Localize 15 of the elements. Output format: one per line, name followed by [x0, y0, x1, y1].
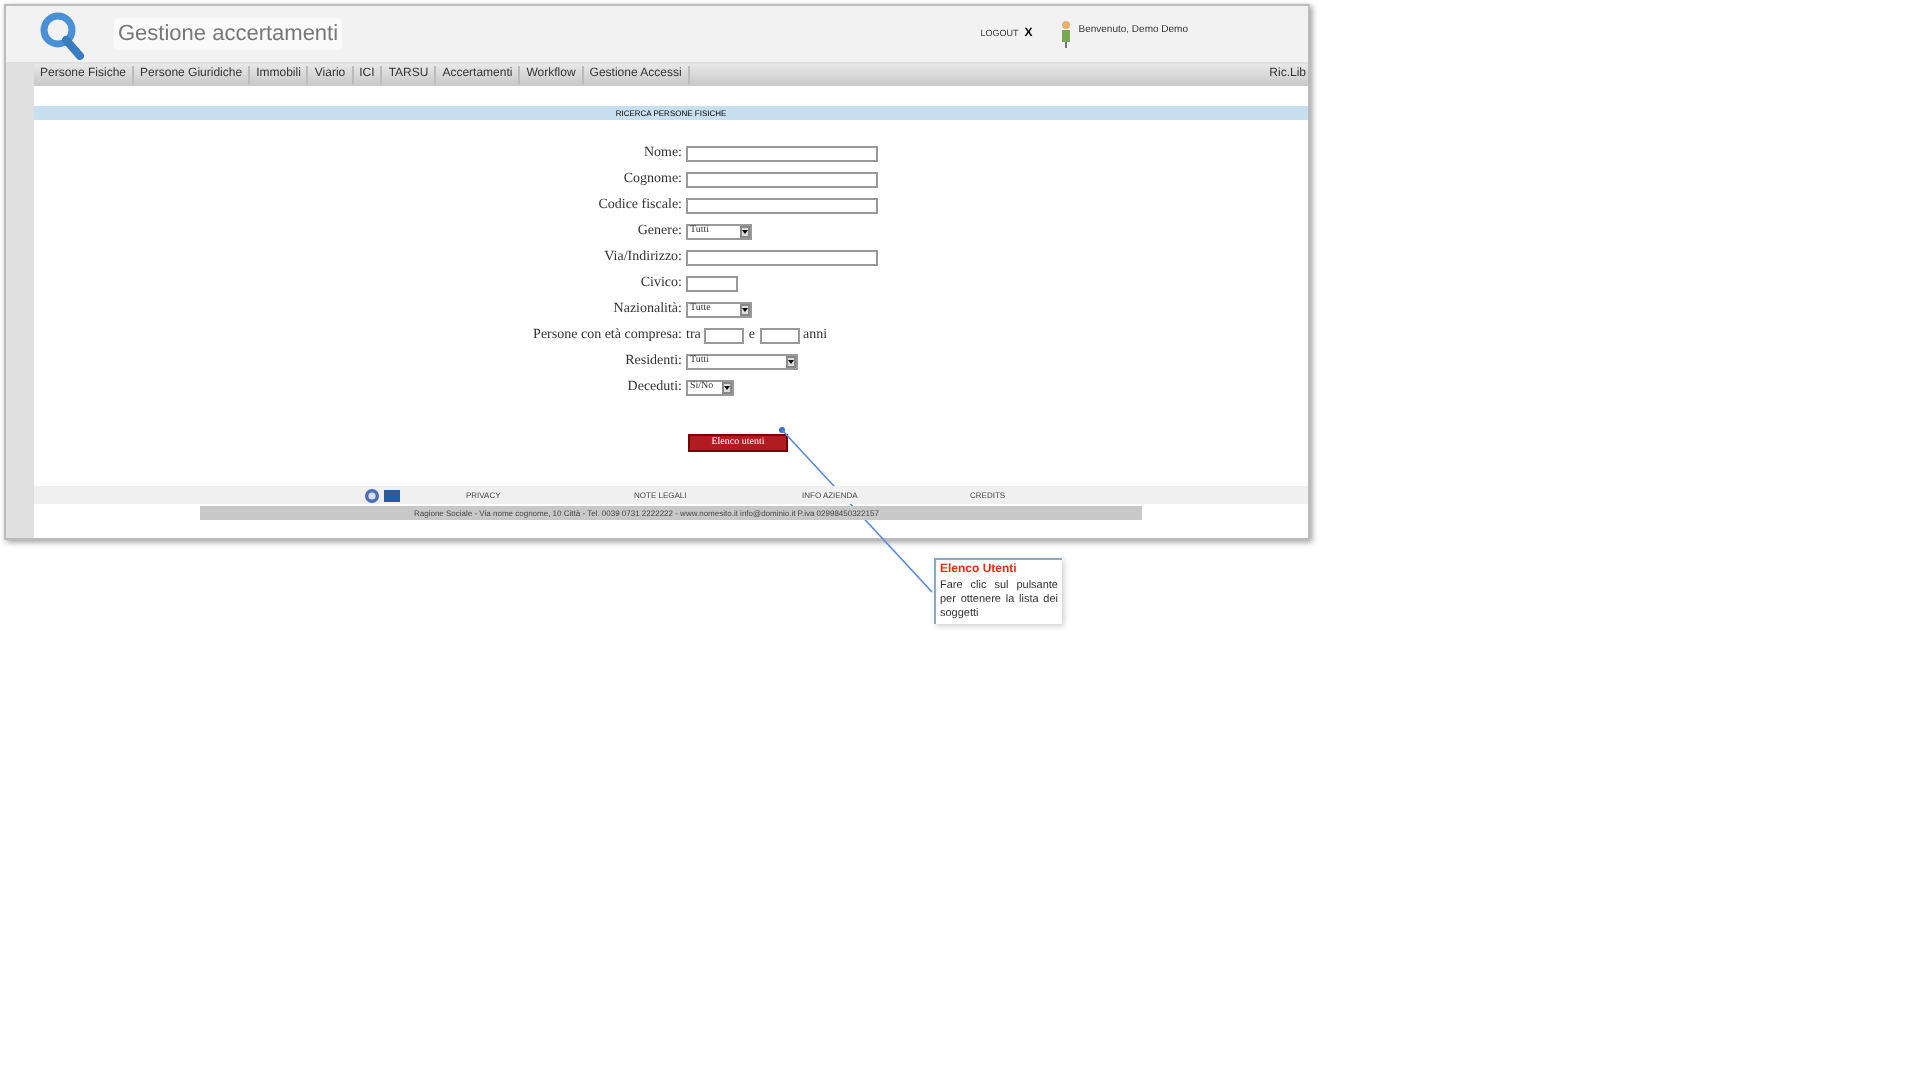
dropdown-arrow-icon: [740, 225, 750, 237]
dropdown-arrow-icon: [722, 381, 732, 393]
app-title: Gestione accertamenti: [114, 17, 343, 51]
search-icon: [38, 9, 86, 59]
text-input-field[interactable]: [686, 275, 738, 291]
text-input-field[interactable]: [686, 171, 878, 187]
dropdown-arrow-icon: [740, 303, 750, 315]
dropdown-arrow-icon: [786, 355, 796, 367]
text-input-field[interactable]: [686, 249, 878, 265]
text-input-field[interactable]: [686, 197, 878, 213]
text-input-field[interactable]: [686, 145, 878, 161]
age-from-field[interactable]: [704, 327, 745, 343]
user-icon: [1060, 20, 1073, 48]
age-to-field[interactable]: [759, 327, 799, 343]
logo-icons: [364, 487, 402, 503]
